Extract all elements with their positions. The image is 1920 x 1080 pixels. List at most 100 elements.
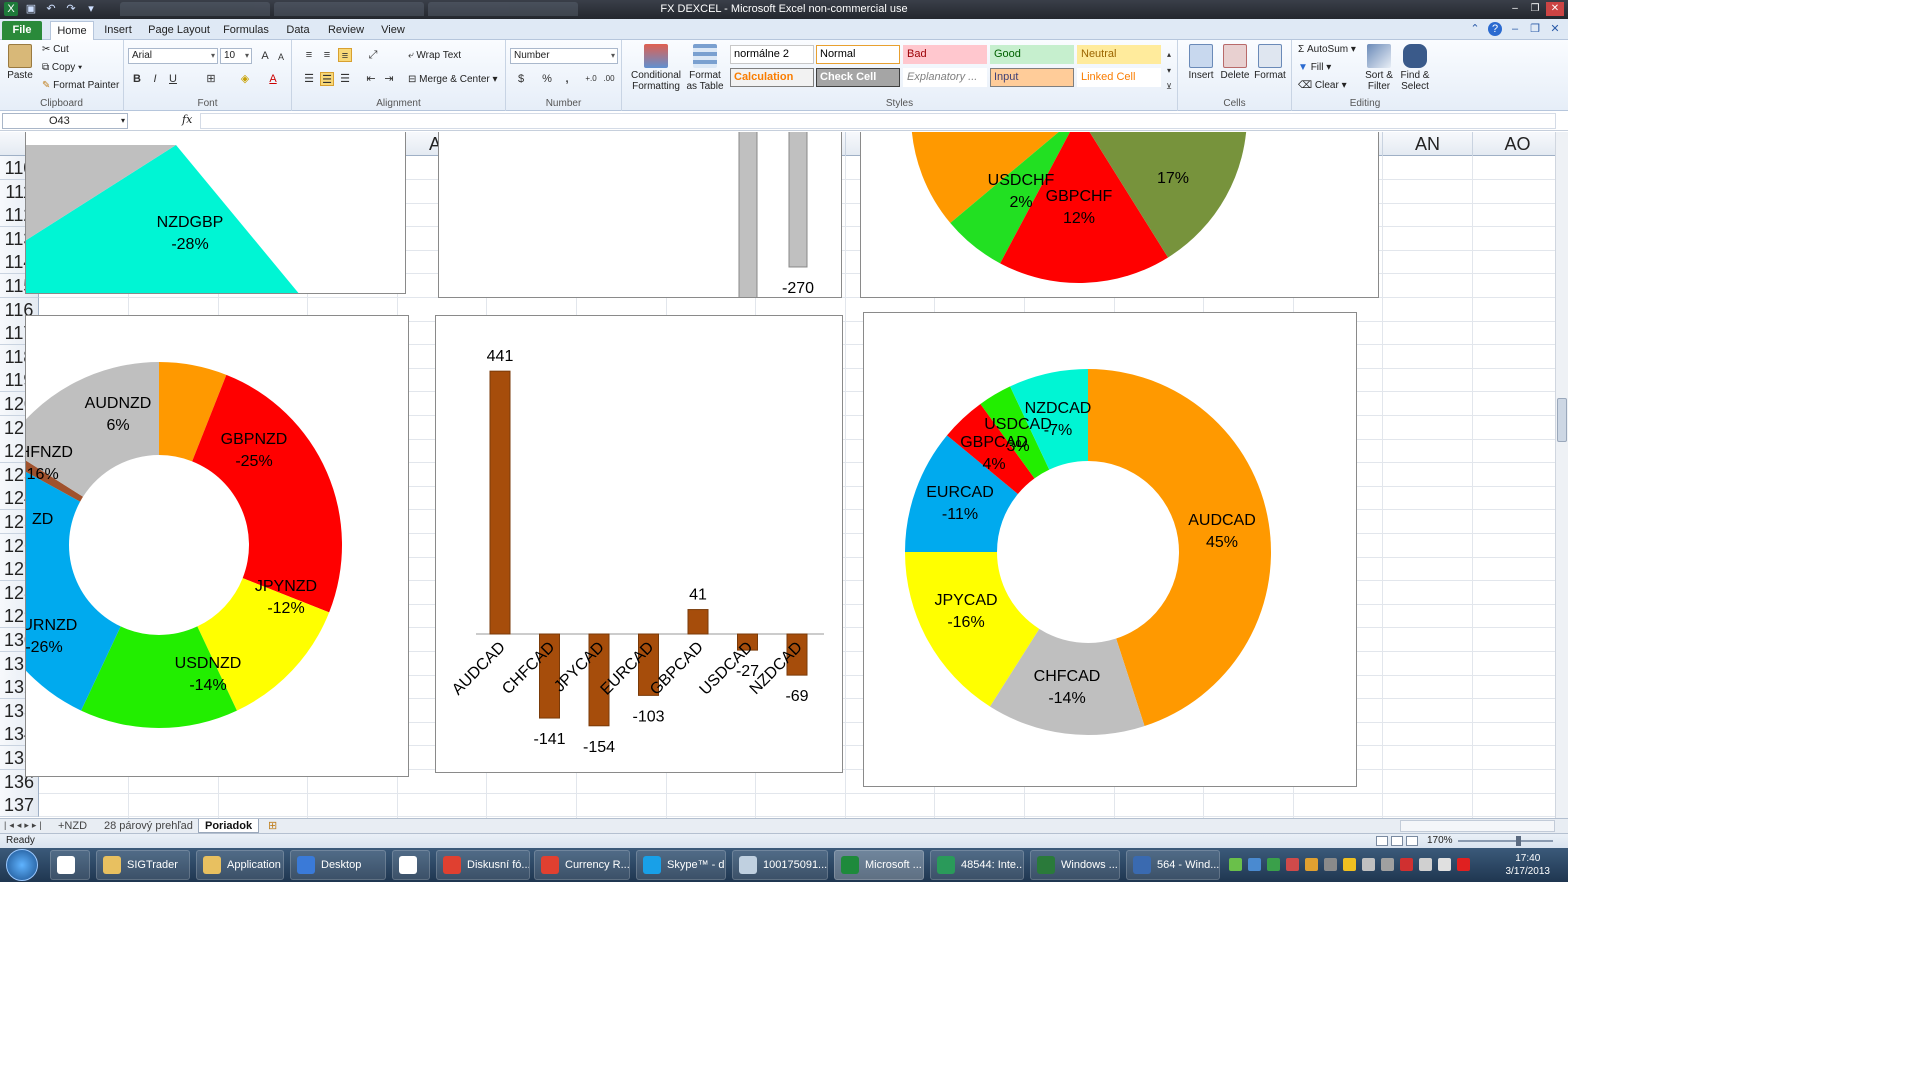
minimize-icon[interactable]: – — [1506, 2, 1524, 16]
format-button[interactable]: Format — [1254, 44, 1286, 81]
orientation-icon[interactable]: ⤢ — [366, 48, 380, 62]
column-header[interactable]: AN — [1383, 132, 1473, 156]
wrap-text-button[interactable]: ⤶ Wrap Text — [408, 50, 461, 61]
cell-style-5[interactable]: Calculation — [730, 68, 814, 87]
workbook-minimize-icon[interactable]: – — [1508, 22, 1522, 36]
align-right-icon[interactable]: ☰ — [338, 72, 352, 86]
tray-app-icon[interactable] — [1267, 858, 1280, 871]
chart-chf-pie-partial[interactable]: USDCHF 2% GBPCHF 12% 17% — [860, 132, 1379, 298]
tray-app-icon[interactable] — [1362, 858, 1375, 871]
zoom-slider-knob[interactable] — [1516, 836, 1521, 846]
sheet-tab-nzd[interactable]: +NZD — [52, 819, 93, 833]
zoom-slider[interactable] — [1458, 836, 1553, 846]
bar-0[interactable] — [738, 132, 758, 298]
cell-style-3[interactable]: Good — [990, 45, 1074, 64]
borders-icon[interactable]: ⊞ — [204, 72, 218, 86]
cut-button[interactable]: ✂ Cut — [42, 44, 69, 55]
cell-style-6[interactable]: Check Cell — [816, 68, 900, 87]
increase-indent-icon[interactable]: ⇥ — [382, 72, 396, 86]
insert-sheet-icon[interactable]: ⊞ — [262, 819, 283, 833]
merge-center-button[interactable]: ⊟ Merge & Center ▾ — [408, 74, 498, 85]
taskbar-item[interactable]: Windows ... — [1030, 850, 1120, 880]
page-layout-view-icon[interactable] — [1391, 836, 1403, 846]
cell-style-8[interactable]: Input — [990, 68, 1074, 87]
grow-font-icon[interactable]: A — [258, 49, 272, 63]
close-icon[interactable]: ✕ — [1546, 2, 1564, 16]
align-bottom-icon[interactable]: ≡ — [338, 48, 352, 62]
font-size-dropdown[interactable]: 10 ▾ — [220, 48, 252, 64]
sheet-tab-poriadok[interactable]: Poriadok — [198, 819, 260, 833]
chart-cad-donut[interactable]: AUDCAD 45% CHFCAD -14% JPYCAD -16% EURCAD -11% G… — [863, 312, 1357, 787]
taskbar-item[interactable]: Diskusní fó... — [436, 850, 530, 880]
tray-app-icon[interactable] — [1305, 858, 1318, 871]
delete-button[interactable]: Delete — [1220, 44, 1250, 81]
cell-style-1[interactable]: Normal — [816, 45, 900, 64]
chart-nzd-donut[interactable]: AUDNZD 6% GBPNZD -25% JPYNZD -12% USDNZD -14% EU… — [25, 315, 409, 777]
align-center-icon[interactable]: ☰ — [320, 72, 334, 86]
horizontal-scrollbar[interactable] — [1400, 820, 1555, 832]
cell-style-9[interactable]: Linked Cell — [1077, 68, 1161, 87]
zoom-level[interactable]: 170% — [1427, 835, 1453, 846]
sort-filter-button[interactable]: Sort & Filter — [1364, 44, 1394, 92]
tray-app-icon[interactable] — [1343, 858, 1356, 871]
workbook-close-icon[interactable]: ✕ — [1548, 22, 1562, 36]
taskbar-item[interactable]: Microsoft ... — [834, 850, 924, 880]
format-painter-button[interactable]: ✎ Format Painter — [42, 80, 119, 91]
clear-button[interactable]: ⌫ Clear ▾ — [1298, 80, 1347, 91]
bar-1[interactable] — [788, 132, 808, 268]
taskbar-item[interactable]: 564 - Wind... — [1126, 850, 1220, 880]
gallery-down-icon[interactable]: ▾ — [1162, 64, 1176, 78]
tab-review[interactable]: Review — [326, 21, 366, 40]
tab-formulas[interactable]: Formulas — [222, 21, 270, 40]
vertical-scrollbar[interactable] — [1555, 132, 1568, 818]
underline-button[interactable]: U — [166, 72, 180, 86]
minimize-ribbon-icon[interactable]: ⌃ — [1468, 22, 1482, 36]
formula-input[interactable] — [200, 113, 1556, 129]
align-top-icon[interactable]: ≡ — [302, 48, 316, 62]
tab-page-layout[interactable]: Page Layout — [146, 21, 212, 40]
number-format-dropdown[interactable]: Number ▾ — [510, 48, 618, 64]
tab-insert[interactable]: Insert — [100, 21, 136, 40]
taskbar-item[interactable]: 100175091... — [732, 850, 828, 880]
column-header[interactable]: AO — [1473, 132, 1563, 156]
taskbar-item[interactable]: SIGTrader — [96, 850, 190, 880]
taskbar-item[interactable]: Skype™ - d... — [636, 850, 726, 880]
tray-app-icon[interactable] — [1286, 858, 1299, 871]
currency-button[interactable]: $ — [514, 72, 528, 86]
help-icon[interactable]: ? — [1488, 22, 1502, 36]
start-button[interactable] — [6, 849, 38, 881]
font-name-dropdown[interactable]: Arial ▾ — [128, 48, 218, 64]
tray-app-icon[interactable] — [1248, 858, 1261, 871]
conditional-formatting-button[interactable]: Conditional Formatting — [626, 44, 686, 92]
align-middle-icon[interactable]: ≡ — [320, 48, 334, 62]
tray-app-icon[interactable] — [1229, 858, 1242, 871]
name-box[interactable]: O43 ▾ — [2, 113, 128, 129]
format-as-table-button[interactable]: Format as Table — [684, 44, 726, 92]
tab-home[interactable]: Home — [50, 21, 94, 40]
fill-color-icon[interactable]: ◈ — [238, 72, 252, 86]
fill-button[interactable]: ▼ Fill ▾ — [1298, 62, 1331, 73]
vertical-scroll-thumb[interactable] — [1557, 398, 1567, 442]
copy-button[interactable]: ⧉ Copy ▾ — [42, 62, 82, 73]
cell-style-4[interactable]: Neutral — [1077, 45, 1161, 64]
tray-app-icon[interactable] — [1457, 858, 1470, 871]
worksheet-grid[interactable]: YZAAABACADAEAFAGAHAIAJAKALAMANAO 1101111… — [0, 132, 1568, 818]
bold-button[interactable]: B — [130, 72, 144, 86]
taskbar-item[interactable]: Application — [196, 850, 284, 880]
cell-style-7[interactable]: Explanatory ... — [903, 68, 987, 87]
donut-slice-gbpnzd[interactable] — [192, 374, 342, 613]
page-break-view-icon[interactable] — [1406, 836, 1418, 846]
find-select-button[interactable]: Find & Select — [1398, 44, 1432, 92]
decrease-indent-icon[interactable]: ⇤ — [364, 72, 378, 86]
taskbar-item[interactable]: Desktop — [290, 850, 386, 880]
workbook-restore-icon[interactable]: ❐ — [1528, 22, 1542, 36]
shrink-font-icon[interactable]: A — [274, 50, 288, 64]
chart-nzd-pie-partial[interactable]: NZDGBP -28% — [25, 132, 406, 294]
bar-gbpcad[interactable] — [687, 609, 709, 635]
font-color-icon[interactable]: A — [266, 72, 280, 86]
taskbar-item[interactable]: Currency R... — [534, 850, 630, 880]
restore-icon[interactable]: ❐ — [1526, 2, 1544, 16]
gallery-more-icon[interactable]: ⊻ — [1162, 80, 1176, 94]
row-header[interactable]: 137 — [0, 793, 39, 817]
percent-button[interactable]: % — [540, 72, 554, 86]
